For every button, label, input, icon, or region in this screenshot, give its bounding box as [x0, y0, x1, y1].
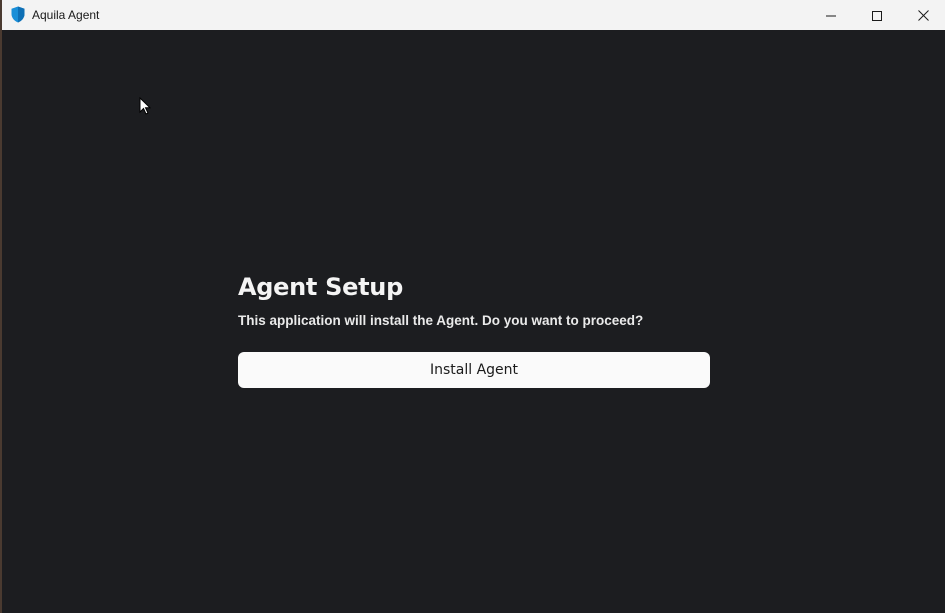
mouse-cursor-icon	[139, 96, 152, 116]
window-title: Aquila Agent	[32, 8, 100, 22]
maximize-icon	[872, 6, 882, 25]
install-agent-button[interactable]: Install Agent	[238, 352, 710, 388]
maximize-button[interactable]	[854, 0, 900, 30]
minimize-button[interactable]	[808, 0, 854, 30]
title-bar[interactable]: Aquila Agent	[2, 0, 945, 30]
page-title: Agent Setup	[238, 273, 403, 301]
window-edge	[0, 0, 2, 613]
setup-description: This application will install the Agent.…	[238, 313, 644, 328]
shield-icon	[11, 6, 25, 23]
app-window: Aquila Agent Agent Setup This applicatio…	[0, 0, 945, 613]
close-icon	[917, 6, 929, 25]
minimize-icon	[826, 6, 836, 25]
close-button[interactable]	[900, 0, 945, 30]
